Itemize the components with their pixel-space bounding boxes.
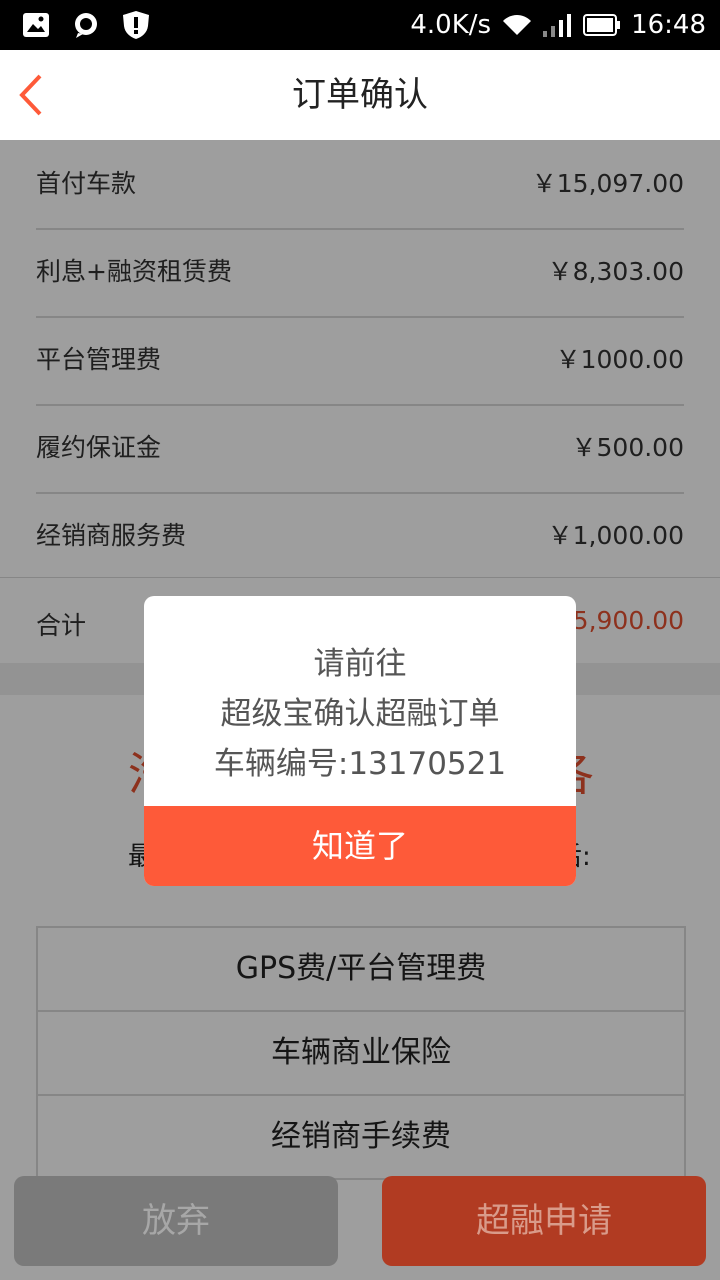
apply-button[interactable]: 超融申请	[382, 1176, 706, 1266]
status-bar: 4.0K/s 16:48	[0, 0, 720, 50]
dialog-line-3: 车辆编号:13170521	[213, 746, 507, 782]
network-speed: 4.0K/s	[410, 10, 492, 40]
give-up-button[interactable]: 放弃	[14, 1176, 338, 1266]
nav-bar: 订单确认	[0, 50, 720, 141]
clock: 16:48	[631, 10, 706, 40]
chat-notification-icon	[75, 13, 97, 38]
signal-icon	[543, 14, 572, 37]
page-title: 订单确认	[292, 75, 428, 115]
got-it-button[interactable]: 知道了	[144, 806, 576, 886]
battery-icon	[583, 14, 621, 36]
back-arrow-icon[interactable]	[14, 72, 54, 118]
shield-notification-icon	[123, 11, 149, 39]
image-notification-icon	[23, 13, 49, 37]
dialog-line-2: 超级宝确认超融订单	[220, 696, 500, 732]
confirm-dialog: 请前往 超级宝确认超融订单 车辆编号:13170521 知道了	[144, 596, 576, 886]
dialog-line-1: 请前往	[313, 646, 407, 682]
wifi-icon	[503, 15, 532, 35]
